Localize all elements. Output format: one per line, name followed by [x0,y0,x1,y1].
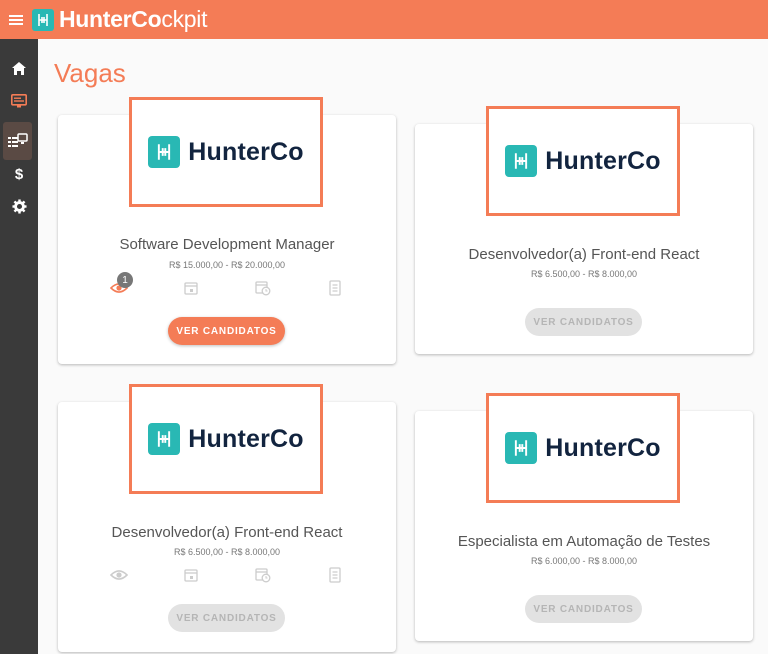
company-logo: HunterCo [486,393,680,503]
views-count-badge: 1 [117,272,133,288]
job-list-icon [7,133,28,147]
calendar-clock-icon[interactable] [254,279,272,297]
brand-light-text: ckpit [161,6,208,32]
company-logo-text: HunterCo [545,146,661,175]
sidebar-item-home[interactable] [0,51,38,85]
company-logo-text: HunterCo [188,424,304,453]
hunterco-logo-icon [505,145,538,177]
home-icon [12,61,26,75]
hunterco-logo-icon [505,432,538,464]
hunterco-logo-icon [32,8,54,31]
calendar-clock-icon[interactable] [254,566,272,584]
page-title: Vagas [54,58,126,88]
sidebar-item-finance[interactable]: $ [0,157,38,191]
job-title: Desenvolvedor(a) Front-end React [111,524,343,541]
job-title: Desenvolvedor(a) Front-end React [468,246,700,263]
job-salary: R$ 6.000,00 - R$ 8.000,00 [530,556,638,566]
calendar-icon[interactable] [182,279,200,297]
brand-bold-text: HunterCo [59,6,162,32]
ver-candidatos-button[interactable]: VER CANDIDATOS [168,317,285,345]
company-logo: HunterCo [129,384,323,494]
document-icon[interactable] [326,566,344,584]
job-salary: R$ 15.000,00 - R$ 20.000,00 [168,260,286,270]
dollar-icon: $ [15,166,24,182]
sidebar-item-settings[interactable] [0,189,38,223]
sidebar-item-dashboard[interactable] [0,84,38,118]
gear-icon [11,198,27,214]
candidate-stage-icons: 1 [58,272,396,299]
monitor-icon [11,94,27,108]
hamburger-icon [9,14,23,25]
top-app-bar: HunterCockpit [0,0,768,39]
ver-candidatos-button[interactable]: VER CANDIDATOS [525,595,642,623]
sidebar-item-vagas[interactable] [3,122,32,160]
views-icon[interactable] [110,566,128,584]
job-title: Software Development Manager [119,236,335,253]
document-icon[interactable] [326,279,344,297]
job-card: HunterCo Software Development Manager R$… [58,97,396,364]
hunterco-logo-icon [148,136,181,168]
company-logo: HunterCo [486,106,680,216]
job-card: HunterCo Desenvolvedor(a) Front-end Reac… [58,384,396,652]
candidate-stage-icons [58,566,396,586]
job-card: HunterCo Especialista em Automação de Te… [415,393,753,641]
menu-button[interactable] [0,0,32,39]
company-logo-text: HunterCo [188,137,304,166]
sidebar: $ [0,39,38,654]
company-logo-text: HunterCo [545,433,661,462]
ver-candidatos-button[interactable]: VER CANDIDATOS [168,604,285,632]
job-salary: R$ 6.500,00 - R$ 8.000,00 [530,269,638,279]
svg-text:$: $ [15,166,24,182]
company-logo: HunterCo [129,97,323,207]
app-logo[interactable]: HunterCockpit [32,6,207,33]
job-salary: R$ 6.500,00 - R$ 8.000,00 [173,547,281,557]
job-card: HunterCo Desenvolvedor(a) Front-end Reac… [415,106,753,354]
ver-candidatos-button[interactable]: VER CANDIDATOS [525,308,642,336]
job-title: Especialista em Automação de Testes [457,533,711,550]
calendar-icon[interactable] [182,566,200,584]
hunterco-logo-icon [148,423,181,455]
